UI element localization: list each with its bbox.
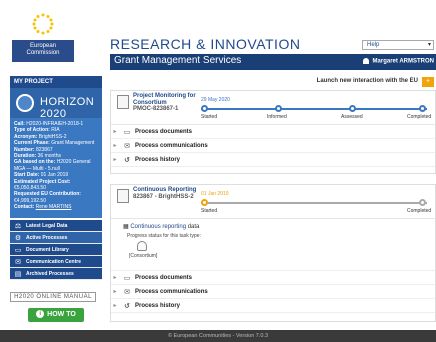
process-timeline: 29 May 2020 Started Informed Assessed Co… <box>201 97 435 123</box>
document-icon <box>117 189 129 203</box>
contact-link[interactable]: Rene MARTINS <box>36 204 72 210</box>
header: European Commission RESEARCH & INNOVATIO… <box>0 0 436 70</box>
user-icon <box>362 58 369 64</box>
timeline-dot <box>275 105 282 112</box>
eu-flag-icon <box>24 10 62 38</box>
grid-icon: ▦ <box>123 224 129 230</box>
side-item-archived-processes[interactable]: ▤ Archived Processes <box>10 268 102 280</box>
chevron-down-icon: ▾ <box>427 42 431 48</box>
timeline-dot <box>419 105 426 112</box>
chevron-right-icon: ▸ <box>113 143 117 149</box>
reporting-suffix: data <box>187 224 200 230</box>
timeline-label: Informed <box>267 114 287 120</box>
process-card-continuous-reporting: Continuous Reporting 823867 - BrightHSS-… <box>110 184 436 322</box>
continuous-reporting-body: ▦ Continuous reporting data Progress sta… <box>111 219 435 271</box>
timeline-date: 01 Jan 2019 <box>201 191 229 197</box>
launch-text: Launch new interaction with the EU <box>316 78 418 84</box>
history-icon: ↺ <box>124 302 130 310</box>
process-history-row[interactable]: ▸ ↺ Process history <box>111 153 435 167</box>
document-icon <box>117 95 129 109</box>
timeline-line <box>201 108 427 110</box>
help-select[interactable]: Help ▾ <box>362 40 434 50</box>
continuous-reporting-link[interactable]: Continuous reporting <box>130 224 186 230</box>
timeline-dot <box>349 105 356 112</box>
chevron-right-icon: ▸ <box>113 289 117 295</box>
user-menu[interactable]: Margaret ARMSTRON <box>362 58 434 65</box>
timeline-dot <box>201 199 208 206</box>
folder-icon: ▭ <box>123 128 131 136</box>
main: Launch new interaction with the EU + Pro… <box>110 76 436 322</box>
info-row: GA based on the: H2020 General MGA — Mul… <box>14 159 91 172</box>
card-title[interactable]: Continuous Reporting 823867 - BrightHSS-… <box>133 187 197 200</box>
howto-button[interactable]: i HOW TO <box>28 308 84 322</box>
globe-icon <box>16 94 34 112</box>
subtitle: Grant Management Services <box>114 55 242 66</box>
reporting-header: ▦ Continuous reporting data <box>123 223 199 230</box>
sidebar: MY PROJECT HORIZON 2020 Call: H2020-INFR… <box>10 76 102 322</box>
info-row: Contact: Rene MARTINS <box>14 204 72 211</box>
gear-icon: ⚙ <box>14 234 22 242</box>
info-row: Estimated Project Cost: €5,050,843.50 <box>14 178 71 192</box>
project-info: Call: H2020-INFRAIEH-2018-1 Type of Acti… <box>10 118 102 218</box>
consortium-tag: [Consortium] <box>129 253 158 259</box>
eu-logo[interactable]: European Commission <box>12 10 74 62</box>
chevron-right-icon: ▸ <box>113 275 117 281</box>
timeline-line <box>201 202 427 204</box>
help-select-value: Help <box>367 42 380 48</box>
side-item-legal-data[interactable]: ⚖ Latest Legal Data <box>10 220 102 232</box>
person-icon[interactable] <box>137 241 147 251</box>
process-history-row[interactable]: ▸ ↺ Process history <box>111 299 435 313</box>
card-title[interactable]: Project Monitoring for Consortium PMOC-8… <box>133 93 197 113</box>
folder-icon: ▭ <box>14 246 22 254</box>
info-icon: i <box>36 310 45 319</box>
process-communications-row[interactable]: ▸ ✉ Process communications <box>111 139 435 153</box>
process-card-pmoc: Project Monitoring for Consortium PMOC-8… <box>110 90 436 174</box>
header-subbar: Grant Management Services Margaret ARMST… <box>110 54 436 70</box>
process-documents-row[interactable]: ▸ ▭ Process documents <box>111 271 435 285</box>
chat-icon: ✉ <box>15 258 21 266</box>
timeline-label: Started <box>201 208 218 214</box>
side-menu: ⚖ Latest Legal Data ⚙ Active Processes ▭ Do… <box>10 220 102 280</box>
process-documents-row[interactable]: ▸ ▭ Process documents <box>111 125 435 139</box>
process-communications-row[interactable]: ▸ ✉ Process communications <box>111 285 435 299</box>
timeline-label: Completed <box>407 114 432 120</box>
horizon-banner: HORIZON 2020 <box>10 88 102 120</box>
side-item-active-processes[interactable]: ⚙ Active Processes <box>10 232 102 244</box>
process-timeline: 01 Jan 2019 Started Completed <box>201 191 435 217</box>
horizon-label: HORIZON 2020 <box>40 96 95 120</box>
eu-logo-text: European Commission <box>12 40 74 62</box>
online-manual-link[interactable]: H2020 ONLINE MANUAL <box>10 292 96 302</box>
history-icon: ↺ <box>124 156 130 164</box>
timeline-label: Started <box>201 114 218 120</box>
chevron-right-icon: ▸ <box>113 129 117 135</box>
section-title: MY PROJECT <box>10 76 102 88</box>
timeline-dot <box>419 199 426 206</box>
info-row: Requested EU Contribution: €4,999,192.50 <box>14 191 81 204</box>
timeline-label: Completed <box>407 208 432 214</box>
scale-icon: ⚖ <box>14 222 22 230</box>
launch-plus-button[interactable]: + <box>422 77 434 87</box>
chat-icon: ✉ <box>124 142 130 150</box>
app-title: RESEARCH & INNOVATION <box>110 36 301 52</box>
folder-icon: ▭ <box>123 274 131 282</box>
archive-icon: ▤ <box>14 270 22 278</box>
user-name: Margaret ARMSTRON <box>372 58 434 65</box>
launch-bar: Launch new interaction with the EU + <box>110 76 436 88</box>
card-head: Continuous Reporting 823867 - BrightHSS-… <box>111 185 435 219</box>
side-item-communication-centre[interactable]: ✉ Communication Centre <box>10 256 102 268</box>
chevron-right-icon: ▸ <box>113 157 117 163</box>
timeline-dot <box>201 105 208 112</box>
timeline-label: Assessed <box>341 114 363 120</box>
progress-status-label: Progress status for this task type: <box>127 233 201 239</box>
chevron-right-icon: ▸ <box>113 303 117 309</box>
side-item-document-library[interactable]: ▭ Document Library <box>10 244 102 256</box>
chat-icon: ✉ <box>124 288 130 296</box>
timeline-date: 29 May 2020 <box>201 97 230 103</box>
footer: © European Communities - Version 7.0.3 <box>0 330 436 342</box>
card-head: Project Monitoring for Consortium PMOC-8… <box>111 91 435 125</box>
